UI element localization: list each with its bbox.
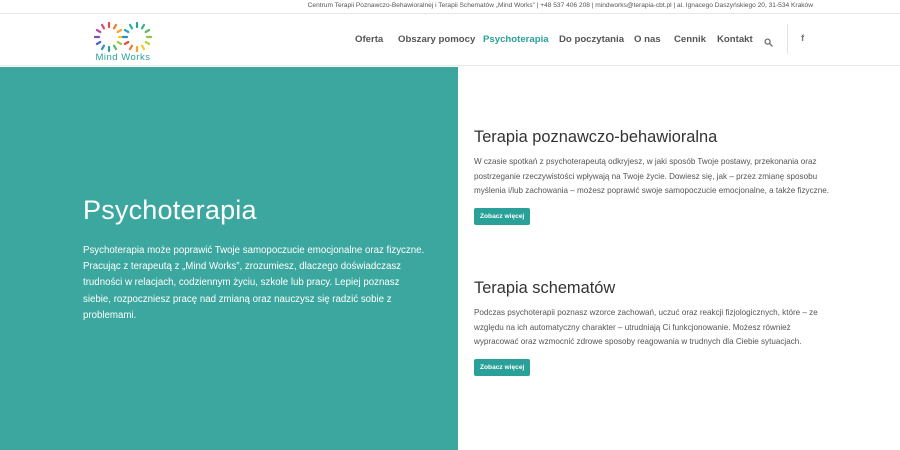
- hero-description: Psychoterapia może poprawić Twoje samopo…: [83, 245, 425, 321]
- facebook-icon[interactable]: f: [801, 33, 804, 44]
- see-more-button[interactable]: Zobacz więcej: [474, 207, 531, 225]
- section-title: Terapia poznawczo-behawioralna: [474, 128, 718, 146]
- see-more-button[interactable]: Zobacz więcej: [474, 358, 531, 376]
- main-navigation: Oferta Obszary pomocy Psychoterapia Do p…: [0, 14, 900, 66]
- contact-info: Centrum Terapii Poznawczo-Behawioralnej …: [307, 2, 813, 9]
- hero-title: Psychoterapia: [83, 195, 257, 225]
- section-description: W czasie spotkań z psychoterapeutą odkry…: [474, 157, 829, 196]
- nav-item-kontakt[interactable]: Kontakt: [717, 34, 753, 45]
- section-schema-therapy: Terapia schematów Podczas psychoterapii …: [474, 279, 834, 376]
- hero-section: Psychoterapia Psychoterapia może poprawi…: [0, 67, 458, 450]
- nav-item-obszary-pomocy[interactable]: Obszary pomocy: [398, 34, 475, 45]
- search-icon[interactable]: [764, 34, 774, 47]
- nav-item-psychoterapia[interactable]: Psychoterapia: [483, 34, 549, 45]
- nav-item-cennik[interactable]: Cennik: [674, 34, 706, 45]
- nav-item-o-nas[interactable]: O nas: [634, 34, 661, 45]
- nav-divider: [787, 24, 788, 54]
- section-cbt: Terapia poznawczo-behawioralna W czasie …: [474, 128, 834, 225]
- nav-item-do-poczytania[interactable]: Do poczytania: [559, 34, 624, 45]
- section-title: Terapia schematów: [474, 279, 616, 297]
- top-info-bar: Centrum Terapii Poznawczo-Behawioralnej …: [0, 0, 900, 14]
- section-description: Podczas psychoterapii poznasz wzorce zac…: [474, 308, 818, 347]
- site-header: Mind Works Oferta Obszary pomocy Psychot…: [0, 14, 900, 66]
- nav-item-oferta[interactable]: Oferta: [355, 34, 383, 45]
